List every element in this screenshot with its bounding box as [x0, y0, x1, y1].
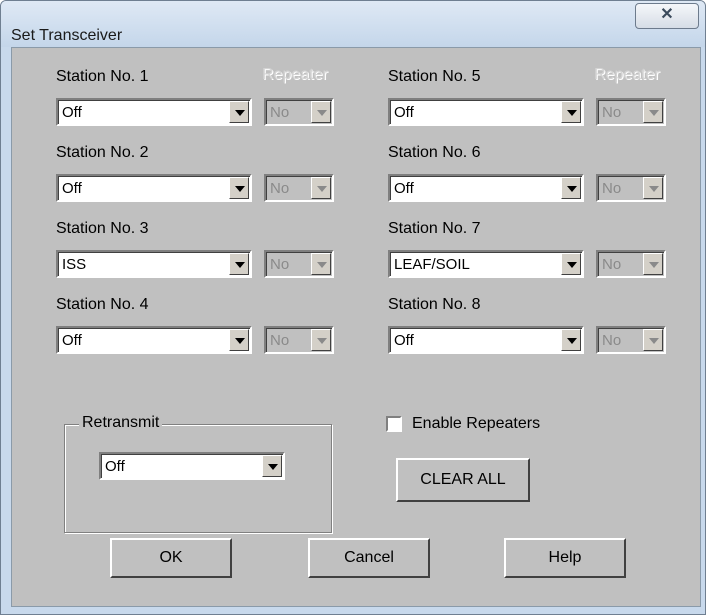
- station-5-dropdown-button[interactable]: [561, 101, 581, 123]
- chevron-down-icon: [235, 338, 245, 344]
- station-3-dropdown-button[interactable]: [229, 253, 249, 275]
- chevron-down-icon: [317, 110, 327, 116]
- close-button[interactable]: ✕: [635, 3, 699, 29]
- station-2-repeater-select: No: [264, 174, 334, 202]
- station-2-label: Station No. 2: [56, 144, 149, 161]
- station-3-repeater-value: No: [270, 256, 290, 273]
- station-3-value: ISS: [62, 256, 87, 273]
- chevron-down-icon: [649, 186, 659, 192]
- clear-all-label: CLEAR ALL: [420, 471, 506, 488]
- station-7-dropdown-button[interactable]: [561, 253, 581, 275]
- station-1-repeater-value: No: [270, 104, 290, 121]
- station-8-repeater-select: No: [596, 326, 666, 354]
- station-3-repeater-select: No: [264, 250, 334, 278]
- station-4-select[interactable]: Off: [56, 326, 252, 354]
- chevron-down-icon: [268, 464, 278, 470]
- station-8-repeater-value: No: [602, 332, 622, 349]
- station-5-repeater-value: No: [602, 104, 622, 121]
- station-1-select[interactable]: Off: [56, 98, 252, 126]
- station-1-value: Off: [62, 104, 82, 121]
- station-5-select[interactable]: Off: [388, 98, 584, 126]
- station-4-value: Off: [62, 332, 82, 349]
- station-6-label: Station No. 6: [388, 144, 481, 161]
- station-8-select[interactable]: Off: [388, 326, 584, 354]
- station-1-repeater-select: No: [264, 98, 334, 126]
- station-4-repeater-select: No: [264, 326, 334, 354]
- ok-label: OK: [159, 549, 183, 566]
- chevron-down-icon: [567, 110, 577, 116]
- repeater-header-right: Repeater: [594, 66, 660, 83]
- station-8-value: Off: [394, 332, 414, 349]
- station-8-repeater-dropdown: [643, 329, 663, 351]
- chevron-down-icon: [649, 110, 659, 116]
- cancel-label: Cancel: [344, 549, 394, 566]
- retransmit-dropdown-button[interactable]: [262, 455, 282, 477]
- retransmit-label: Retransmit: [79, 414, 163, 432]
- station-2-value: Off: [62, 180, 82, 197]
- ok-button[interactable]: OK: [110, 538, 232, 578]
- station-8-label: Station No. 8: [388, 296, 481, 313]
- retransmit-group: Retransmit Off: [64, 414, 332, 533]
- station-7-repeater-dropdown: [643, 253, 663, 275]
- station-6-repeater-dropdown: [643, 177, 663, 199]
- station-7-value: LEAF/SOIL: [394, 256, 470, 273]
- chevron-down-icon: [235, 110, 245, 116]
- repeater-header-left: Repeater: [262, 66, 328, 83]
- station-5-value: Off: [394, 104, 414, 121]
- dialog-window: Set Transceiver ✕ Repeater Repeater Stat…: [0, 0, 706, 615]
- enable-repeaters-checkbox[interactable]: [386, 416, 402, 432]
- station-2-select[interactable]: Off: [56, 174, 252, 202]
- station-7-repeater-select: No: [596, 250, 666, 278]
- station-6-repeater-value: No: [602, 180, 622, 197]
- station-4-label: Station No. 4: [56, 296, 149, 313]
- station-3-label: Station No. 3: [56, 220, 149, 237]
- station-3-repeater-dropdown: [311, 253, 331, 275]
- station-1-label: Station No. 1: [56, 68, 149, 85]
- station-5-label: Station No. 5: [388, 68, 481, 85]
- retransmit-value: Off: [105, 458, 125, 475]
- station-6-value: Off: [394, 180, 414, 197]
- chevron-down-icon: [567, 262, 577, 268]
- station-1-dropdown-button[interactable]: [229, 101, 249, 123]
- chevron-down-icon: [567, 338, 577, 344]
- station-2-repeater-value: No: [270, 180, 290, 197]
- retransmit-select[interactable]: Off: [99, 452, 285, 480]
- dialog-client-area: Repeater Repeater Station No. 1 Off No S…: [11, 47, 701, 607]
- station-6-repeater-select: No: [596, 174, 666, 202]
- station-1-repeater-dropdown: [311, 101, 331, 123]
- chevron-down-icon: [317, 186, 327, 192]
- chevron-down-icon: [317, 262, 327, 268]
- station-3-select[interactable]: ISS: [56, 250, 252, 278]
- clear-all-button[interactable]: CLEAR ALL: [396, 458, 530, 502]
- station-6-dropdown-button[interactable]: [561, 177, 581, 199]
- chevron-down-icon: [567, 186, 577, 192]
- chevron-down-icon: [649, 338, 659, 344]
- station-2-repeater-dropdown: [311, 177, 331, 199]
- enable-repeaters-label: Enable Repeaters: [412, 415, 541, 432]
- station-5-repeater-dropdown: [643, 101, 663, 123]
- station-7-label: Station No. 7: [388, 220, 481, 237]
- cancel-button[interactable]: Cancel: [308, 538, 430, 578]
- window-title: Set Transceiver: [11, 27, 123, 44]
- title-bar[interactable]: Set Transceiver ✕: [1, 1, 705, 47]
- station-8-dropdown-button[interactable]: [561, 329, 581, 351]
- station-5-repeater-select: No: [596, 98, 666, 126]
- station-4-dropdown-button[interactable]: [229, 329, 249, 351]
- chevron-down-icon: [317, 338, 327, 344]
- station-2-dropdown-button[interactable]: [229, 177, 249, 199]
- station-7-select[interactable]: LEAF/SOIL: [388, 250, 584, 278]
- chevron-down-icon: [235, 186, 245, 192]
- chevron-down-icon: [235, 262, 245, 268]
- station-6-select[interactable]: Off: [388, 174, 584, 202]
- station-4-repeater-dropdown: [311, 329, 331, 351]
- help-label: Help: [548, 549, 582, 566]
- chevron-down-icon: [649, 262, 659, 268]
- station-4-repeater-value: No: [270, 332, 290, 349]
- close-icon: ✕: [660, 6, 674, 23]
- help-button[interactable]: Help: [504, 538, 626, 578]
- station-7-repeater-value: No: [602, 256, 622, 273]
